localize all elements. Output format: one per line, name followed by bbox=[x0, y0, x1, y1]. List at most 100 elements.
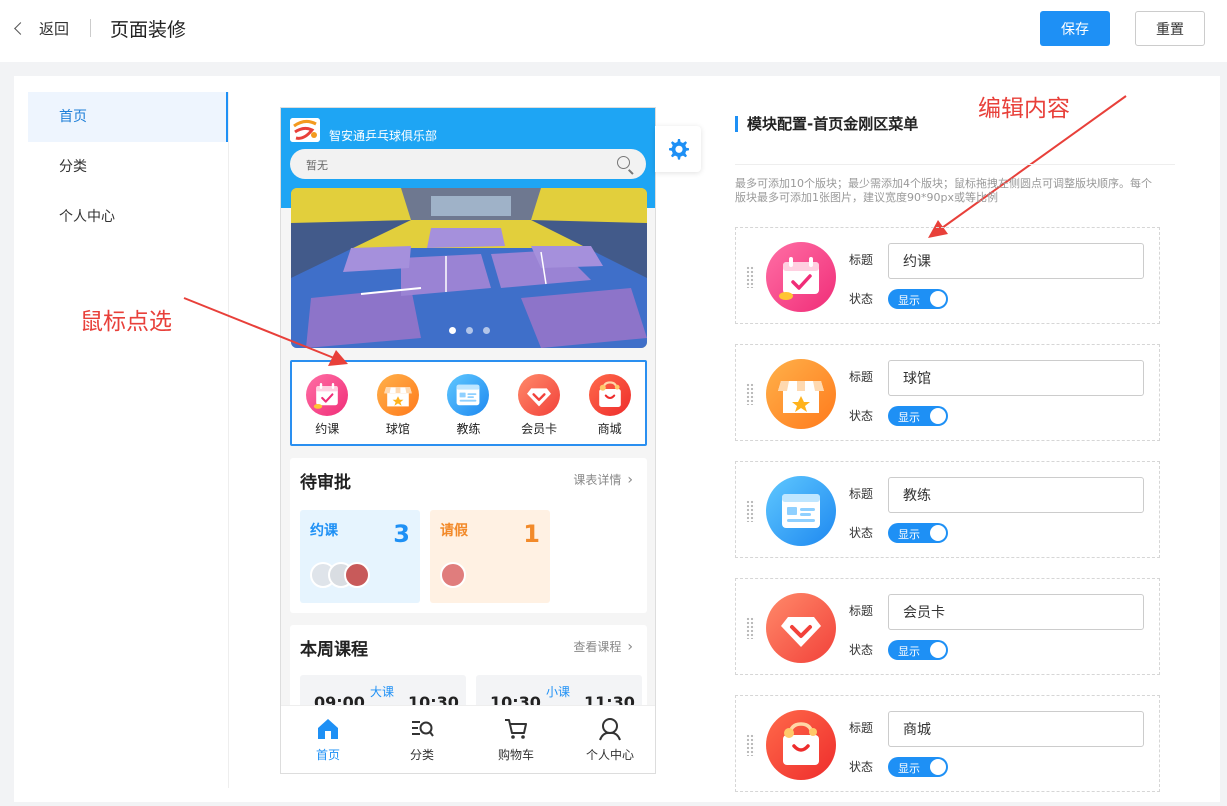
toggle-knob bbox=[930, 642, 946, 658]
diamond-icon bbox=[518, 374, 560, 416]
banner-image[interactable] bbox=[291, 188, 647, 348]
home-icon bbox=[318, 719, 338, 739]
sidebar-item-category[interactable]: 分类 bbox=[28, 142, 228, 192]
title-input[interactable] bbox=[888, 360, 1144, 396]
view-courses-link[interactable]: 查看课程 bbox=[573, 638, 633, 655]
toggle-text: 显示 bbox=[898, 528, 920, 541]
sidebar-item-profile[interactable]: 个人中心 bbox=[28, 192, 228, 242]
quick-menu-item-coach[interactable]: 教练 bbox=[442, 374, 494, 444]
quick-menu-label: 约课 bbox=[315, 422, 340, 436]
search-placeholder: 暂无 bbox=[306, 159, 328, 172]
bottom-tab-bar: 首页 分类 购物车 个人中心 bbox=[281, 705, 655, 773]
coach-card-icon[interactable] bbox=[766, 476, 836, 546]
field-label-title: 标题 bbox=[849, 487, 874, 501]
drag-handle-icon[interactable] bbox=[746, 617, 755, 639]
toggle-knob bbox=[930, 759, 946, 775]
title-input[interactable] bbox=[888, 711, 1144, 747]
back-button[interactable]: 返回 bbox=[14, 18, 70, 39]
tile-count: 3 bbox=[393, 520, 410, 548]
diamond-icon[interactable] bbox=[766, 593, 836, 663]
drag-handle-icon[interactable] bbox=[746, 734, 755, 756]
visibility-toggle[interactable]: 显示 bbox=[888, 757, 948, 777]
drag-handle-icon[interactable] bbox=[746, 266, 755, 288]
quick-menu-item-membership[interactable]: 会员卡 bbox=[513, 374, 565, 444]
shopping-cart-icon bbox=[505, 719, 527, 739]
calendar-icon bbox=[306, 374, 348, 416]
store-icon[interactable] bbox=[766, 359, 836, 429]
config-block-booking: 标题 状态 显示 bbox=[735, 227, 1160, 324]
quick-menu[interactable]: 约课 球馆 教练 会员卡 商城 bbox=[290, 360, 647, 446]
quick-menu-item-booking[interactable]: 约课 bbox=[301, 374, 353, 444]
tab-profile[interactable]: 个人中心 bbox=[563, 706, 655, 773]
pagination-dot[interactable] bbox=[482, 327, 490, 334]
top-bar: 返回 页面装修 保存 重置 bbox=[0, 0, 1227, 62]
settings-button[interactable] bbox=[655, 126, 701, 172]
club-logo bbox=[290, 118, 320, 142]
category-search-icon bbox=[412, 721, 434, 737]
calendar-icon[interactable] bbox=[766, 242, 836, 312]
tab-cart[interactable]: 购物车 bbox=[469, 706, 563, 773]
user-icon bbox=[599, 718, 621, 741]
visibility-toggle[interactable]: 显示 bbox=[888, 289, 948, 309]
tile-name: 请假 bbox=[440, 523, 468, 539]
leave-pending-tile[interactable]: 请假 1 bbox=[430, 510, 550, 603]
shopping-bag-icon bbox=[589, 374, 631, 416]
field-label-state: 状态 bbox=[849, 292, 874, 306]
sidebar-divider bbox=[228, 92, 229, 788]
toggle-text: 显示 bbox=[898, 645, 920, 658]
schedule-detail-link[interactable]: 课表详情 bbox=[573, 471, 633, 488]
page-title: 页面装修 bbox=[110, 19, 187, 41]
toggle-knob bbox=[930, 408, 946, 424]
course-type-tag: 大课 bbox=[370, 685, 395, 699]
quick-menu-item-venue[interactable]: 球馆 bbox=[372, 374, 424, 444]
drag-handle-icon[interactable] bbox=[746, 500, 755, 522]
header-divider bbox=[90, 19, 91, 37]
main-panel: 首页 分类 个人中心 智安通乒乓球俱乐部 暂无 约课 球馆 教练 会员卡 商城 … bbox=[14, 76, 1220, 802]
field-label-state: 状态 bbox=[849, 760, 874, 774]
field-label-title: 标题 bbox=[849, 370, 874, 384]
tab-label: 购物车 bbox=[497, 748, 534, 762]
reset-button[interactable]: 重置 bbox=[1135, 11, 1205, 46]
save-button[interactable]: 保存 bbox=[1040, 11, 1110, 46]
title-input[interactable] bbox=[888, 594, 1144, 630]
tab-label: 首页 bbox=[315, 748, 340, 762]
sidebar-item-home[interactable]: 首页 bbox=[28, 92, 228, 142]
toggle-knob bbox=[930, 525, 946, 541]
toggle-text: 显示 bbox=[898, 762, 920, 775]
booking-pending-tile[interactable]: 约课 3 bbox=[300, 510, 420, 603]
club-name: 智安通乒乓球俱乐部 bbox=[329, 129, 438, 143]
search-icon bbox=[617, 156, 630, 169]
back-label: 返回 bbox=[39, 20, 70, 38]
visibility-toggle[interactable]: 显示 bbox=[888, 640, 948, 660]
annotation-select: 鼠标点选 bbox=[80, 309, 172, 335]
field-label-state: 状态 bbox=[849, 526, 874, 540]
preview-search-bar[interactable]: 暂无 bbox=[290, 149, 646, 179]
sidebar-nav: 首页 分类 个人中心 bbox=[28, 92, 228, 242]
config-block-membership: 标题 状态 显示 bbox=[735, 578, 1160, 675]
quick-menu-item-mall[interactable]: 商城 bbox=[584, 374, 636, 444]
pagination-dot[interactable] bbox=[448, 327, 456, 334]
phone-preview: 智安通乒乓球俱乐部 暂无 约课 球馆 教练 会员卡 商城 待审批 课表详情 › … bbox=[280, 107, 656, 774]
avatar bbox=[344, 562, 370, 588]
field-label-state: 状态 bbox=[849, 643, 874, 657]
field-label-title: 标题 bbox=[849, 604, 874, 618]
tab-home[interactable]: 首页 bbox=[281, 706, 375, 773]
pending-title: 待审批 bbox=[300, 473, 351, 493]
tab-label: 个人中心 bbox=[585, 748, 634, 762]
config-block-coach: 标题 状态 显示 bbox=[735, 461, 1160, 558]
field-label-state: 状态 bbox=[849, 409, 874, 423]
title-input[interactable] bbox=[888, 477, 1144, 513]
drag-handle-icon[interactable] bbox=[746, 383, 755, 405]
weekly-courses-title: 本周课程 bbox=[300, 640, 368, 660]
config-divider bbox=[735, 164, 1175, 165]
tile-count: 1 bbox=[523, 520, 540, 548]
visibility-toggle[interactable]: 显示 bbox=[888, 523, 948, 543]
shopping-bag-icon[interactable] bbox=[766, 710, 836, 780]
avatar bbox=[440, 562, 466, 588]
title-input[interactable] bbox=[888, 243, 1144, 279]
tab-category[interactable]: 分类 bbox=[375, 706, 469, 773]
pagination-dot[interactable] bbox=[465, 327, 473, 334]
config-hint: 最多可添加10个版块；最少需添加4个版块；鼠标拖拽左侧圆点可调整版块顺序。每个版… bbox=[735, 177, 1152, 204]
visibility-toggle[interactable]: 显示 bbox=[888, 406, 948, 426]
field-label-title: 标题 bbox=[849, 721, 874, 735]
